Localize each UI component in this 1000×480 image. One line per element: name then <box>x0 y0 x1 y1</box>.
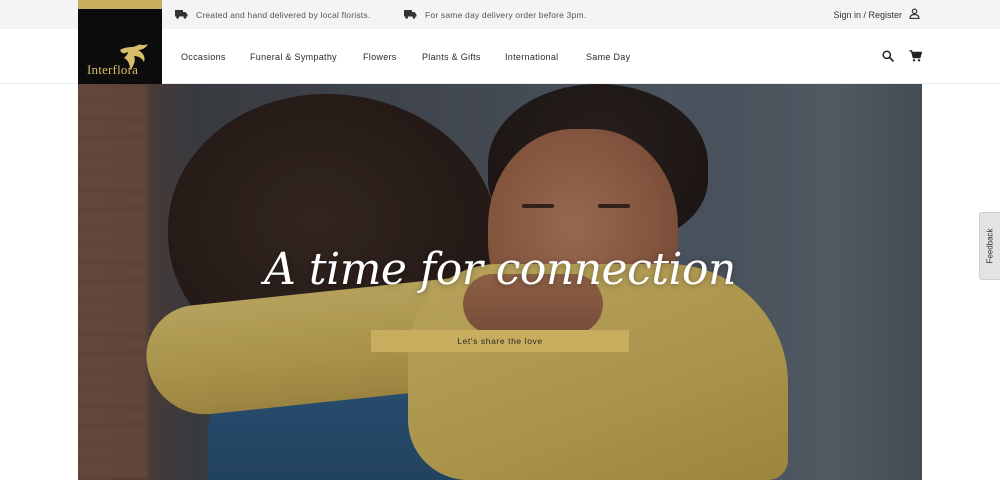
feedback-tab[interactable]: Feedback <box>979 212 1000 280</box>
nav-item-flowers[interactable]: Flowers <box>363 29 397 84</box>
delivery-message-local-florists: Created and hand delivered by local flor… <box>175 0 370 29</box>
nav-item-same-day[interactable]: Same Day <box>586 29 630 84</box>
logo-gold-strip <box>78 0 162 9</box>
delivery-message-text: Created and hand delivered by local flor… <box>196 9 371 20</box>
hero-banner[interactable]: A time for connection Let's share the lo… <box>78 84 922 480</box>
delivery-message-text: For same day delivery order before 3pm. <box>425 9 587 20</box>
sign-in-label: Sign in / Register <box>833 9 902 20</box>
nav-item-occasions[interactable]: Occasions <box>181 29 226 84</box>
nav-item-plants-gifts[interactable]: Plants & Gifts <box>422 29 481 84</box>
share-the-love-button[interactable]: Let's share the love <box>371 330 629 352</box>
hero-title: A time for connection <box>264 244 736 295</box>
nav-item-funeral-sympathy[interactable]: Funeral & Sympathy <box>250 29 337 84</box>
truck-icon <box>175 10 188 19</box>
search-icon[interactable] <box>882 49 894 67</box>
cart-icon[interactable] <box>909 49 922 67</box>
interflora-logo[interactable]: Interflora <box>78 0 162 84</box>
logo-wordmark: Interflora <box>87 62 139 77</box>
truck-icon <box>404 10 417 19</box>
sign-in-register-link[interactable]: Sign in / Register <box>833 0 920 29</box>
nav-item-international[interactable]: International <box>505 29 558 84</box>
user-icon <box>909 8 920 21</box>
feedback-label: Feedback <box>985 228 995 264</box>
delivery-message-same-day: For same day delivery order before 3pm. <box>404 0 586 29</box>
